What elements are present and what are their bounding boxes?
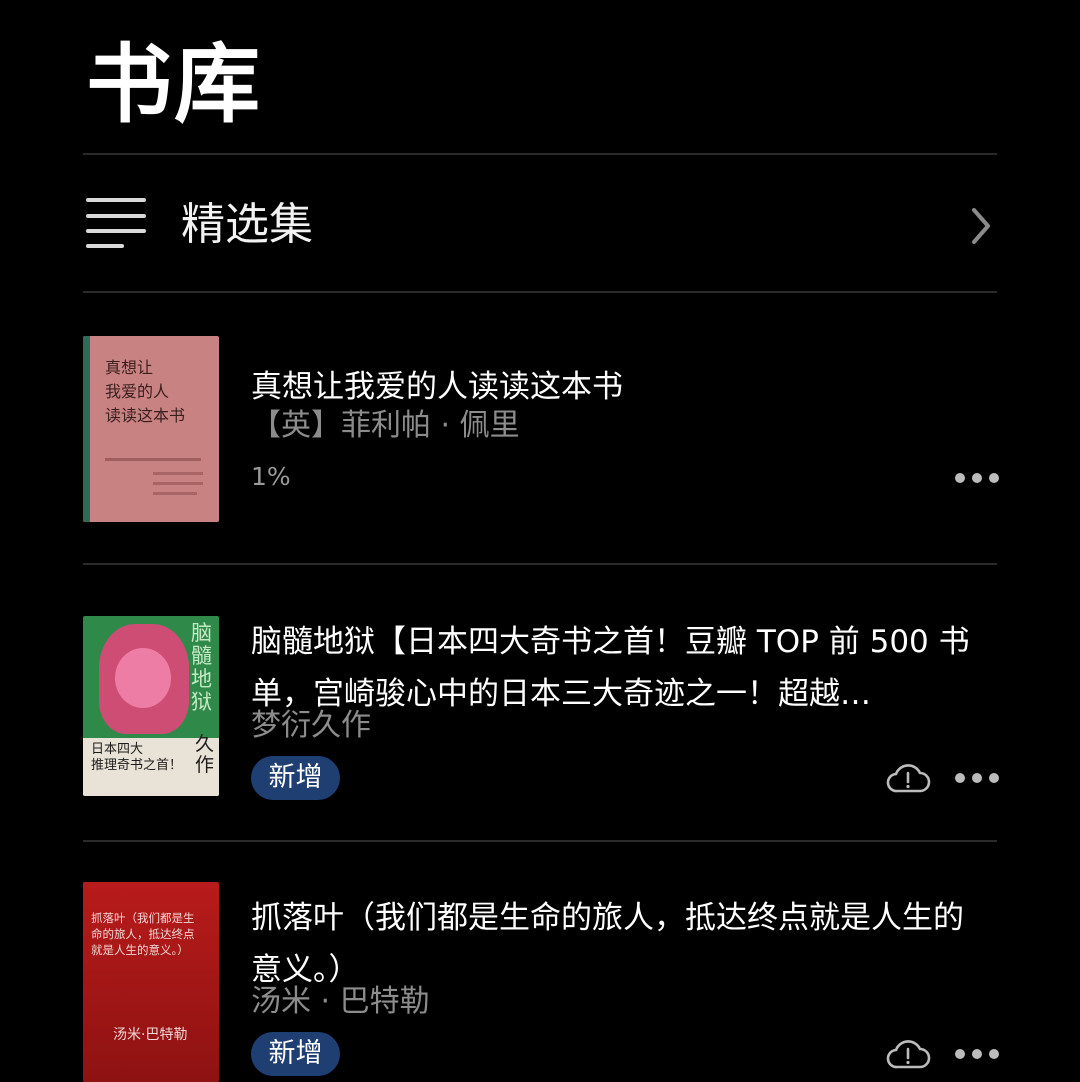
cover-author: 久作	[195, 733, 215, 776]
more-options-icon[interactable]	[955, 1047, 999, 1061]
cover-title-line: 读读这本书	[105, 406, 186, 425]
book-author: 【英】菲利帕 · 佩里	[251, 408, 520, 443]
new-badge: 新增	[251, 756, 340, 800]
divider	[83, 563, 997, 565]
collections-label[interactable]: 精选集	[181, 196, 313, 254]
divider	[83, 291, 997, 293]
cover-band-line: 推理奇书之首！	[91, 758, 183, 773]
book-cover[interactable]: 抓落叶（我们都是生 命的旅人，抵达终点 就是人生的意义。） 汤米·巴特勒	[83, 882, 219, 1082]
divider	[83, 153, 997, 155]
cover-title-line: 命的旅人，抵达终点	[91, 927, 195, 941]
cover-title-line: 真想让	[105, 358, 154, 377]
cover-title-line: 就是人生的意义。）	[91, 943, 189, 957]
more-options-icon[interactable]	[955, 471, 999, 485]
new-badge: 新增	[251, 1032, 340, 1076]
cover-title-line: 抓落叶（我们都是生	[91, 911, 195, 925]
divider	[83, 840, 997, 842]
cloud-download-icon[interactable]	[885, 1037, 931, 1071]
cover-title-line: 我爱的人	[105, 382, 170, 401]
cloud-download-icon[interactable]	[885, 761, 931, 795]
collections-row[interactable]	[0, 156, 1080, 292]
book-author: 汤米 · 巴特勒	[251, 984, 430, 1019]
more-options-icon[interactable]	[955, 771, 999, 785]
book-title[interactable]: 脑髓地狱【日本四大奇书之首！豆瓣 TOP 前 500 书单，宫崎骏心中的日本三大…	[251, 616, 991, 720]
book-cover[interactable]: 真想让 我爱的人 读读这本书	[83, 336, 219, 522]
cover-author: 汤米·巴特勒	[113, 1027, 188, 1043]
book-author: 梦衍久作	[251, 708, 371, 743]
cover-vertical-title: 脑髓地狱	[191, 621, 212, 714]
chevron-right-icon[interactable]	[966, 206, 994, 246]
book-title[interactable]: 抓落叶（我们都是生命的旅人，抵达终点就是人生的意义。）	[251, 892, 991, 996]
book-cover[interactable]: 脑髓地狱 日本四大 推理奇书之首！ 久作	[83, 616, 219, 796]
page-title: 书库	[86, 35, 262, 135]
list-icon	[86, 196, 148, 250]
cover-band-line: 日本四大	[91, 742, 144, 757]
reading-progress: 1%	[251, 462, 291, 491]
